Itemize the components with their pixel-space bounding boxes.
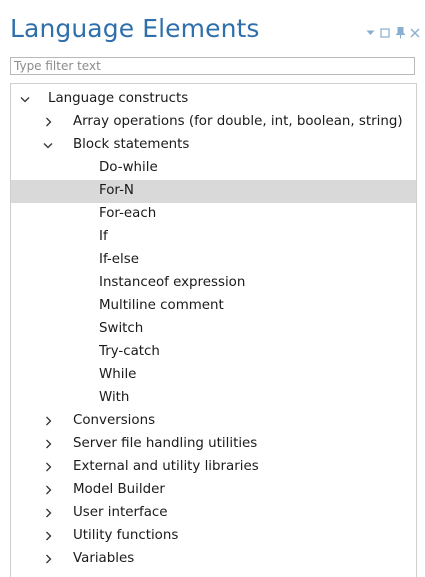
tree-leaf-with[interactable]: With [11, 387, 416, 410]
chevron-right-icon[interactable] [42, 116, 54, 128]
tree-leaf-if-else[interactable]: If-else [11, 249, 416, 272]
tree-leaf-multiline-comment[interactable]: Multiline comment [11, 295, 416, 318]
tree-node-label: Conversions [73, 413, 156, 428]
tree-node-user-interface[interactable]: User interface [11, 502, 416, 525]
tree-node-label: Model Builder [73, 482, 165, 497]
tree-leaf-label: Try-catch [99, 344, 160, 359]
pin-icon[interactable] [394, 26, 406, 40]
tree-node-language-constructs[interactable]: Language constructs [11, 88, 416, 111]
tree-leaf-label: For-N [99, 183, 134, 198]
tree-leaf-label: If-else [99, 252, 139, 267]
panel-title: Language Elements [10, 14, 260, 43]
tree-node-server-file-handling[interactable]: Server file handling utilities [11, 433, 416, 456]
tree-leaf-while[interactable]: While [11, 364, 416, 387]
chevron-right-icon[interactable] [42, 507, 54, 519]
chevron-right-icon[interactable] [42, 415, 54, 427]
tree-leaf-switch[interactable]: Switch [11, 318, 416, 341]
tree-node-label: User interface [73, 505, 168, 520]
tree-leaf-label: Switch [99, 321, 144, 336]
tree-leaf-label: Do-while [99, 160, 158, 175]
tree-node-conversions[interactable]: Conversions [11, 410, 416, 433]
chevron-down-icon[interactable] [364, 26, 376, 40]
tree-node-external-utility-libraries[interactable]: External and utility libraries [11, 456, 416, 479]
tree-leaf-label: If [99, 229, 108, 244]
tree-node-block-statements[interactable]: Block statements [11, 134, 416, 157]
tree-node-utility-functions[interactable]: Utility functions [11, 525, 416, 548]
tree-node-label: Block statements [73, 137, 190, 152]
language-elements-panel: Language Elements Language constructs [0, 0, 425, 577]
chevron-right-icon[interactable] [42, 438, 54, 450]
tree-leaf-label: For-each [99, 206, 157, 221]
tree-leaf-for-each[interactable]: For-each [11, 203, 416, 226]
language-tree: Language constructs Array operations (fo… [10, 83, 417, 577]
chevron-down-icon[interactable] [19, 93, 31, 105]
chevron-down-icon[interactable] [42, 139, 54, 151]
tree-leaf-label: Multiline comment [99, 298, 224, 313]
tree-leaf-label: With [99, 390, 130, 405]
tree-leaf-instanceof-expression[interactable]: Instanceof expression [11, 272, 416, 295]
tree-leaf-try-catch[interactable]: Try-catch [11, 341, 416, 364]
tree-leaf-if[interactable]: If [11, 226, 416, 249]
window-controls [364, 25, 421, 41]
filter-input[interactable] [10, 57, 415, 75]
tree-node-label: Language constructs [48, 91, 189, 106]
tree-node-label: Array operations (for double, int, boole… [73, 114, 403, 129]
tree-node-array-operations[interactable]: Array operations (for double, int, boole… [11, 111, 416, 134]
tree-leaf-label: Instanceof expression [99, 275, 246, 290]
tree-node-variables[interactable]: Variables [11, 548, 416, 571]
tree-leaf-do-while[interactable]: Do-while [11, 157, 416, 180]
restore-icon[interactable] [379, 26, 391, 40]
tree-node-label: Server file handling utilities [73, 436, 258, 451]
tree-node-label: Utility functions [73, 528, 179, 543]
chevron-right-icon[interactable] [42, 461, 54, 473]
title-bar: Language Elements [0, 0, 425, 52]
tree-leaf-label: While [99, 367, 137, 382]
tree-leaf-for-n[interactable]: For-N [11, 180, 416, 203]
tree-node-model-builder[interactable]: Model Builder [11, 479, 416, 502]
tree-node-label: Variables [73, 551, 135, 566]
close-icon[interactable] [409, 26, 421, 40]
chevron-right-icon[interactable] [42, 553, 54, 565]
chevron-right-icon[interactable] [42, 530, 54, 542]
chevron-right-icon[interactable] [42, 484, 54, 496]
tree-node-label: External and utility libraries [73, 459, 259, 474]
